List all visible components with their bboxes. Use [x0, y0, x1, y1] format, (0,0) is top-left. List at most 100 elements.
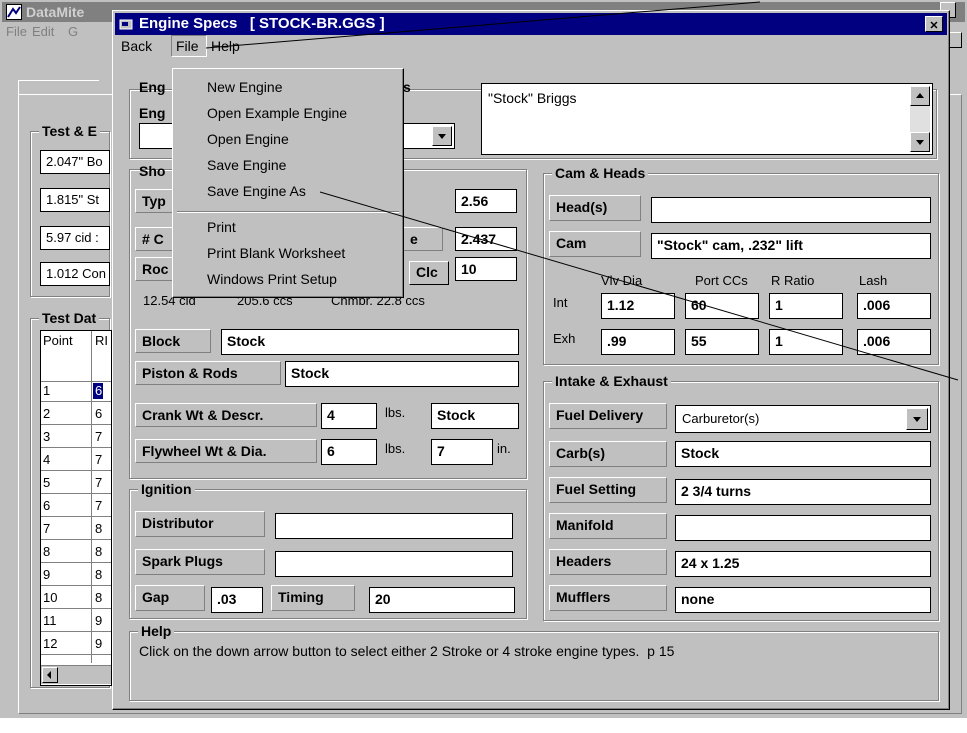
col-port-ccs: Port CCs	[695, 273, 748, 288]
engine-type-dropdown-button[interactable]	[432, 126, 452, 146]
table-cell-rpm[interactable]: 9	[93, 636, 103, 652]
headers-field[interactable]: 24 x 1.25	[675, 551, 931, 577]
help-title: Help	[138, 623, 175, 639]
dialog-close-button[interactable]: ✕	[925, 16, 943, 32]
table-cell-point[interactable]: 7	[41, 521, 59, 537]
table-cell-point[interactable]: 1	[41, 383, 59, 399]
scroll-left-button[interactable]	[42, 667, 58, 683]
piston-rods-field[interactable]: Stock	[285, 361, 519, 387]
col-r-ratio: R Ratio	[771, 273, 815, 288]
table-row-divider	[41, 447, 111, 448]
menu-new-engine[interactable]: New Engine	[207, 79, 283, 95]
scroll-down-button[interactable]	[910, 132, 930, 152]
file-dropdown-menu: New Engine Open Example Engine Open Engi…	[172, 68, 404, 298]
manifold-field[interactable]	[675, 515, 931, 541]
timing-field[interactable]: 20	[369, 587, 515, 613]
carbs-field[interactable]: Stock	[675, 441, 931, 467]
int-port-ccs-field[interactable]: 60	[685, 293, 759, 319]
table-cell-point[interactable]: 12	[41, 636, 59, 652]
exh-lash-field[interactable]: .006	[857, 329, 931, 355]
table-row-divider	[41, 631, 111, 632]
table-cell-rpm[interactable]: 8	[93, 544, 103, 560]
block-field[interactable]: Stock	[221, 329, 519, 355]
chevron-down-icon	[438, 134, 446, 139]
table-cell-rpm[interactable]: 7	[93, 429, 103, 445]
comments-scrollbar[interactable]	[910, 86, 930, 152]
menu-windows-print-setup[interactable]: Windows Print Setup	[207, 271, 337, 287]
menu-print-blank-worksheet[interactable]: Print Blank Worksheet	[207, 245, 345, 261]
flywheel-weight-field[interactable]: 6	[321, 439, 377, 465]
int-label: Int	[553, 295, 568, 310]
gap-field[interactable]: .03	[211, 587, 263, 613]
menu-save-engine-as[interactable]: Save Engine As	[207, 183, 306, 199]
table-cell-rpm[interactable]: 7	[93, 475, 103, 491]
chevron-down-icon	[913, 417, 921, 422]
table-row-divider	[41, 585, 111, 586]
bg-stroke-field[interactable]: 1.815" St	[40, 188, 110, 212]
menu-open-engine[interactable]: Open Engine	[207, 131, 289, 147]
menu-file[interactable]: File	[171, 35, 207, 57]
int-lash-field[interactable]: .006	[857, 293, 931, 319]
bg-menu-g[interactable]: G	[68, 24, 78, 39]
bg-cid-field[interactable]: 5.97 cid :	[40, 226, 110, 250]
bg-menu-edit[interactable]: Edit	[32, 24, 54, 39]
bg-comp-field[interactable]: 1.012 Con	[40, 262, 110, 286]
cam-field[interactable]: "Stock" cam, .232" lift	[651, 233, 931, 259]
comments-textarea[interactable]: "Stock" Briggs	[481, 83, 933, 155]
crank-descr-field[interactable]: Stock	[431, 403, 519, 429]
fuel-delivery-dropdown-button[interactable]	[906, 408, 928, 430]
menu-open-example-engine[interactable]: Open Example Engine	[207, 105, 347, 121]
table-cell-point[interactable]: 4	[41, 452, 59, 468]
menu-help[interactable]: Help	[211, 38, 240, 54]
menu-print[interactable]: Print	[207, 219, 236, 235]
exh-r-ratio-field[interactable]: 1	[769, 329, 843, 355]
engine-type-label: Eng	[139, 105, 166, 121]
flywheel-dia-field[interactable]: 7	[431, 439, 493, 465]
table-cell-rpm[interactable]: 8	[93, 590, 103, 606]
table-hscrollbar[interactable]	[41, 665, 111, 684]
calc-button[interactable]: Clc	[409, 261, 449, 285]
table-cell-rpm[interactable]: 8	[93, 567, 103, 583]
menu-back[interactable]: Back	[121, 38, 152, 54]
menu-save-engine[interactable]: Save Engine	[207, 157, 286, 173]
table-cell-rpm[interactable]: 7	[93, 498, 103, 514]
short-block-title: Sho	[139, 163, 166, 179]
fuel-delivery-value: Carburetor(s)	[682, 411, 760, 426]
fuel-delivery-select[interactable]: Carburetor(s)	[675, 405, 931, 433]
table-cell-point[interactable]: 9	[41, 567, 59, 583]
table-cell-point[interactable]: 6	[41, 498, 59, 514]
exh-vlv-dia-field[interactable]: .99	[601, 329, 675, 355]
col-lash: Lash	[859, 273, 888, 288]
table-row-divider	[41, 493, 111, 494]
mufflers-field[interactable]: none	[675, 587, 931, 613]
table-cell-point[interactable]: 2	[41, 406, 59, 422]
bg-menu-file[interactable]: File	[6, 24, 27, 39]
table-cell-rpm[interactable]: 8	[93, 521, 103, 537]
table-cell-rpm[interactable]: 6	[93, 383, 103, 399]
bg-tab[interactable]	[18, 80, 99, 97]
int-r-ratio-field[interactable]: 1	[769, 293, 843, 319]
heads-field[interactable]	[651, 197, 931, 223]
distributor-field[interactable]	[275, 513, 513, 539]
crank-weight-field[interactable]: 4	[321, 403, 377, 429]
bore-field[interactable]: 2.56	[455, 189, 517, 213]
table-cell-rpm[interactable]: 7	[93, 452, 103, 468]
table-cell-point[interactable]: 11	[41, 613, 59, 629]
table-cell-point[interactable]: 3	[41, 429, 59, 445]
scroll-up-button[interactable]	[910, 86, 930, 106]
exh-port-ccs-field[interactable]: 55	[685, 329, 759, 355]
table-cell-point[interactable]: 10	[41, 590, 59, 606]
distributor-label: Distributor	[135, 511, 265, 537]
exh-label: Exh	[553, 331, 576, 346]
fuel-setting-field[interactable]: 2 3/4 turns	[675, 479, 931, 505]
fuel-setting-label: Fuel Setting	[549, 477, 667, 503]
table-cell-point[interactable]: 8	[41, 544, 59, 560]
stroke-field[interactable]: 2.437	[455, 227, 517, 251]
rod-length-field[interactable]: 10	[455, 257, 517, 281]
spark-plugs-field[interactable]	[275, 551, 513, 577]
table-cell-rpm[interactable]: 6	[93, 406, 103, 422]
int-vlv-dia-field[interactable]: 1.12	[601, 293, 675, 319]
bg-bore-field[interactable]: 2.047" Bo	[40, 150, 110, 174]
table-cell-point[interactable]: 5	[41, 475, 59, 491]
table-cell-rpm[interactable]: 9	[93, 613, 103, 629]
